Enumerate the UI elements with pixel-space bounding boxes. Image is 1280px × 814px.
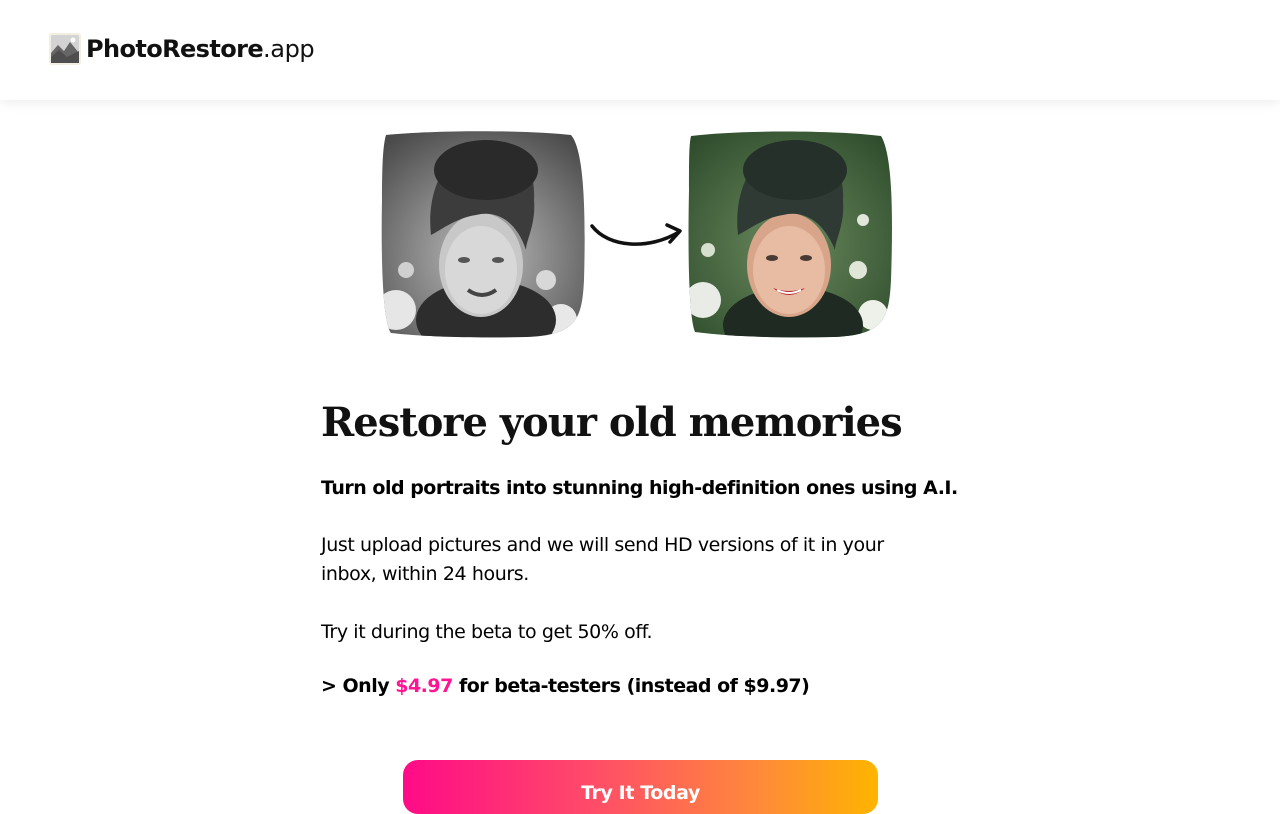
try-it-today-button[interactable]: Try It Today [403, 760, 878, 814]
before-after-images [376, 130, 896, 340]
price-prefix: > Only [321, 675, 396, 697]
logo-text-light: .app [263, 35, 315, 63]
logo-link[interactable]: PhotoRestore .app [49, 33, 315, 65]
beta-offer-text: Try it during the beta to get 50% off. [321, 621, 653, 643]
site-header: PhotoRestore .app [0, 0, 1280, 100]
page-title: Restore your old memories [321, 399, 903, 446]
subheadline: Turn old portraits into stunning high-de… [321, 477, 958, 499]
after-portrait [688, 131, 892, 338]
main-content: Restore your old memories Turn old portr… [321, 396, 961, 701]
before-portrait [381, 131, 585, 338]
curved-arrow-right-icon [590, 223, 682, 246]
logo-text-strong: PhotoRestore [86, 35, 264, 63]
description-text: Just upload pictures and we will send HD… [321, 534, 884, 585]
photo-logo-icon [49, 33, 81, 65]
price-line: > Only $4.97 for beta-testers (instead o… [321, 672, 961, 701]
price-amount: $4.97 [395, 675, 453, 697]
price-suffix: for beta-testers (instead of $9.97) [452, 675, 810, 697]
